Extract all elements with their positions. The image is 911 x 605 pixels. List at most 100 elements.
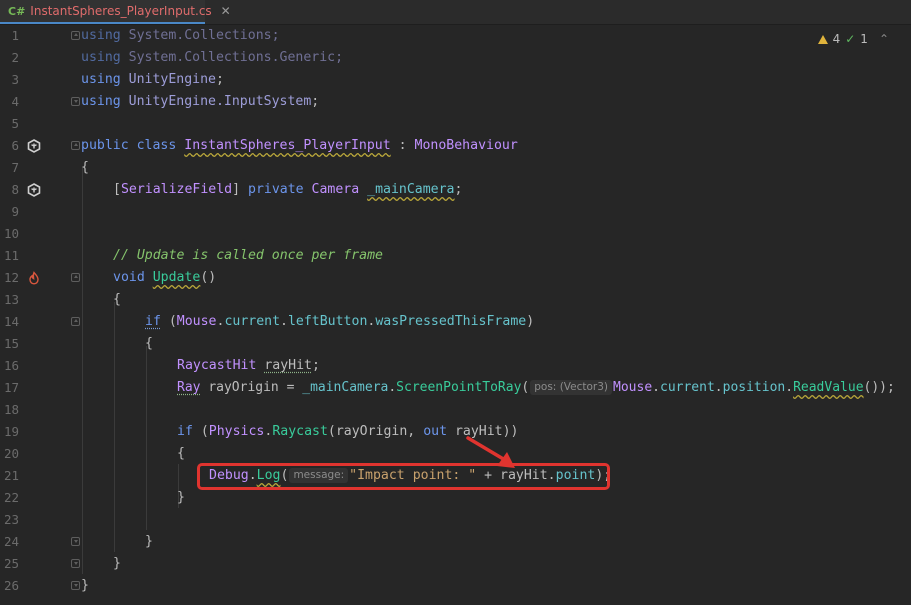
line-number: 25: [3, 556, 19, 571]
keyword: private: [248, 182, 304, 197]
class-name: InstantSpheres_PlayerInput: [184, 138, 391, 153]
punctuation: (): [200, 270, 217, 285]
code-line: 5: [0, 113, 911, 135]
code-line: 24 }: [0, 531, 911, 553]
punctuation: ;: [454, 182, 463, 197]
base-class: MonoBehaviour: [414, 138, 518, 153]
fold-toggle-icon[interactable]: [71, 559, 80, 568]
line-number: 3: [11, 72, 19, 87]
code-line: 3 using UnityEngine;: [0, 69, 911, 91]
namespace: UnityEngine: [128, 72, 216, 87]
hint-param-type: (Vector3): [559, 381, 609, 393]
punctuation: (: [521, 380, 530, 395]
code-line: 14 if (Mouse.current.leftButton.wasPress…: [0, 311, 911, 333]
line-number: 20: [3, 446, 19, 461]
fold-toggle-icon[interactable]: [71, 537, 80, 546]
field-name: _mainCamera: [367, 182, 455, 197]
property: current: [224, 314, 281, 329]
line-number: 14: [3, 314, 19, 329]
method-name: ReadValue: [793, 380, 864, 395]
code-line: 15 {: [0, 333, 911, 355]
fold-toggle-icon[interactable]: [71, 97, 80, 106]
fold-toggle-icon[interactable]: [71, 317, 80, 326]
line-number: 17: [3, 380, 19, 395]
code-line: 10: [0, 223, 911, 245]
punctuation: (: [200, 424, 209, 439]
line-number: 10: [3, 226, 19, 241]
punctuation: (: [168, 314, 177, 329]
close-tab-icon[interactable]: ✕: [221, 4, 231, 18]
editor-tab-bar: C# InstantSpheres_PlayerInput.cs ✕: [0, 0, 911, 25]
punctuation: .: [785, 380, 794, 395]
punctuation: ());: [863, 380, 895, 395]
variable-name: rayHit: [264, 358, 312, 373]
punctuation: ;: [311, 94, 320, 109]
brace: {: [81, 160, 89, 175]
brace: }: [177, 490, 185, 505]
hint-param-name: pos:: [534, 381, 557, 393]
type-name: Ray: [177, 380, 201, 395]
punctuation: :: [398, 138, 407, 153]
code-line: 17 Ray rayOrigin = _mainCamera.ScreenPoi…: [0, 377, 911, 399]
keyword: if: [177, 424, 193, 439]
line-number: 13: [3, 292, 19, 307]
code-line: 26 }: [0, 575, 911, 597]
brace: {: [113, 292, 121, 307]
brace: }: [81, 578, 89, 593]
property: leftButton: [287, 314, 368, 329]
line-number: 4: [11, 94, 19, 109]
code-line: 25 }: [0, 553, 911, 575]
method-name: Raycast: [272, 424, 328, 439]
fold-toggle-icon[interactable]: [71, 141, 80, 150]
property: wasPressedThisFrame: [375, 314, 527, 329]
highlight-box: [197, 463, 610, 490]
code-line: 1 using System.Collections;: [0, 25, 911, 47]
method-name: Update: [152, 270, 201, 285]
code-line: 16 RaycastHit rayHit;: [0, 355, 911, 377]
unity-serialized-field-icon[interactable]: [27, 183, 41, 197]
code-line: 8 [SerializeField] private Camera _mainC…: [0, 179, 911, 201]
punctuation: ;: [216, 72, 224, 87]
line-number: 24: [3, 534, 19, 549]
line-number: 1: [11, 28, 19, 43]
punctuation: .: [388, 380, 397, 395]
comment: // Update is called once per frame: [113, 248, 383, 263]
fold-toggle-icon[interactable]: [71, 273, 80, 282]
code-line: 22 }: [0, 487, 911, 509]
code-line: 19 if (Physics.Raycast(rayOrigin, out ra…: [0, 421, 911, 443]
csharp-file-icon: C#: [8, 4, 26, 18]
fold-toggle-icon[interactable]: [71, 581, 80, 590]
unity-script-icon[interactable]: [27, 139, 41, 153]
arguments: (rayOrigin,: [327, 424, 424, 439]
line-number: 11: [3, 248, 19, 263]
line-number: 2: [11, 50, 19, 65]
code-line: 20 {: [0, 443, 911, 465]
type-name: RaycastHit: [177, 358, 257, 373]
punctuation: ): [526, 314, 535, 329]
line-number: 5: [11, 116, 19, 131]
brace: }: [145, 534, 153, 549]
code-line: 23: [0, 509, 911, 531]
type-name: Mouse: [176, 314, 217, 329]
unity-event-function-icon[interactable]: [27, 271, 41, 285]
annotation-arrow-icon: [466, 436, 515, 468]
type-name: Mouse: [613, 380, 653, 395]
line-number: 8: [11, 182, 19, 197]
keyword: using: [81, 72, 121, 87]
code-editor[interactable]: 4 ✓ 1 ⌃ 1 using System.Collections; 2 us…: [0, 25, 911, 605]
keyword: class: [136, 138, 177, 153]
punctuation: .: [714, 380, 723, 395]
line-number: 23: [3, 512, 19, 527]
type-name: Camera: [311, 182, 360, 197]
punctuation: .: [280, 314, 288, 329]
keyword: public: [81, 138, 129, 153]
punctuation: ]: [232, 182, 241, 197]
property: current: [660, 380, 715, 395]
parameter-hint: pos: (Vector3): [530, 380, 613, 395]
code-line: 18: [0, 399, 911, 421]
tab-instantspheres-playerinput[interactable]: C# InstantSpheres_PlayerInput.cs ✕: [0, 0, 231, 24]
fold-toggle-icon[interactable]: [71, 31, 80, 40]
code-line: 9: [0, 201, 911, 223]
type-name: Physics: [208, 424, 265, 439]
punctuation: .: [652, 380, 660, 395]
